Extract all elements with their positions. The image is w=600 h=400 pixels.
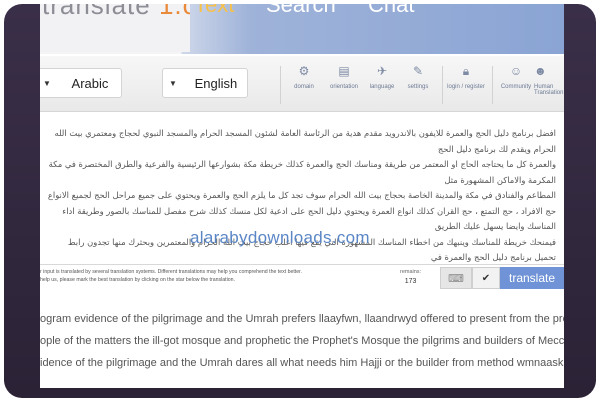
tab-text[interactable]: Text: [194, 4, 234, 18]
source-line: افضل برنامج دليل الحج والعمرة للايفون با…: [54, 128, 556, 154]
human-icon: ☻: [534, 64, 547, 78]
remains-value: 173: [404, 278, 417, 285]
target-language-select[interactable]: ▼ English: [162, 68, 248, 98]
tool-language-label: language: [369, 84, 395, 90]
orientation-icon: ▤: [338, 64, 350, 78]
output-line: ople of the matters the ill-got mosque a…: [40, 335, 564, 347]
tool-community[interactable]: ☺ Community: [496, 64, 536, 90]
translation-output: ogram evidence of the pilgrimage and the…: [40, 308, 564, 374]
tool-settings-label: settings: [407, 84, 429, 90]
tool-orientation[interactable]: ▤ orientation: [324, 64, 364, 90]
brand-logo[interactable]: translate 1.co: [40, 4, 190, 52]
remains-label: remains:: [400, 269, 422, 275]
domain-icon: ⚙: [298, 64, 310, 78]
source-language-label: Arabic: [71, 75, 109, 91]
language-icon: ✈: [376, 64, 388, 78]
source-line: المطاعم والفنادق في مكة والمدينة الخاصة …: [47, 190, 556, 200]
brand-suffix: 1.co: [158, 4, 190, 20]
lock-icon: 🔒︎: [462, 64, 470, 78]
tool-orientation-label: orientation: [329, 84, 359, 90]
spellcheck-button[interactable]: ✔: [472, 267, 500, 289]
browser-screen: translate 1.co Text Search Chat ▼ Arabic…: [40, 4, 564, 388]
source-line: والعمرة كل ما يحتاجه الحاج او المعتمر من…: [48, 159, 556, 185]
remaining-characters: remains: 173: [400, 268, 421, 286]
info-line: help us, please mark the best translatio…: [40, 277, 235, 283]
info-text: r input is translated by several transla…: [40, 268, 390, 284]
target-language-label: English: [194, 75, 238, 91]
info-line: r input is translated by several transla…: [40, 269, 303, 275]
settings-icon: ✎: [412, 64, 424, 78]
translate-button[interactable]: translate: [500, 267, 564, 289]
source-language-select[interactable]: ▼ Arabic: [40, 68, 122, 98]
keyboard-icon: ⌨: [448, 272, 464, 285]
output-line: idence of the pilgrimage and the Umrah d…: [40, 357, 564, 369]
translation-info-bar: r input is translated by several transla…: [40, 264, 564, 290]
tool-human-translation[interactable]: ☻ Human Translation: [534, 64, 564, 96]
tool-language[interactable]: ✈ language: [362, 64, 402, 90]
tool-login[interactable]: 🔒︎ login / register: [444, 64, 488, 90]
virtual-keyboard-button[interactable]: ⌨: [440, 267, 472, 289]
tab-search[interactable]: Search: [266, 4, 336, 18]
output-line: ogram evidence of the pilgrimage and the…: [40, 313, 564, 325]
tab-chat[interactable]: Chat: [368, 4, 414, 18]
tool-settings[interactable]: ✎ settings: [398, 64, 438, 90]
tool-domain[interactable]: ⚙ domain: [284, 64, 324, 90]
brand-name: translate: [42, 4, 151, 20]
language-toolbar: ▼ Arabic ⇄ ▼ English ⚙ domain ▤ orientat…: [40, 56, 564, 112]
checkmark-icon: ✔: [481, 272, 491, 284]
toolbar-divider: [492, 66, 493, 104]
community-icon: ☺: [509, 64, 523, 78]
tool-community-label: Community: [500, 84, 532, 90]
toolbar-divider: [442, 66, 443, 104]
watermark: alarabydownloads.com: [190, 228, 370, 247]
chevron-down-icon: ▼: [169, 78, 177, 88]
tool-domain-label: domain: [294, 84, 314, 90]
chevron-down-icon: ▼: [43, 78, 51, 88]
tool-human-label: Human Translation: [534, 84, 564, 96]
toolbar-divider: [280, 66, 281, 104]
tool-login-label: login / register: [447, 84, 485, 90]
top-navigation: translate 1.co Text Search Chat: [40, 4, 564, 54]
